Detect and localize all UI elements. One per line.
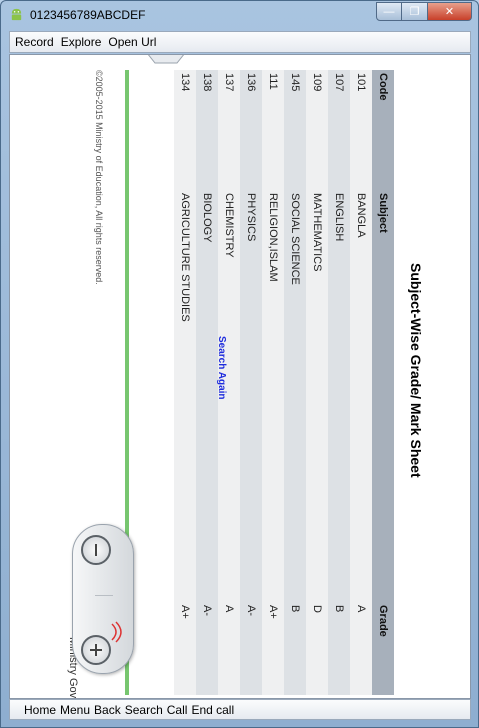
window-title: 0123456789ABCDEF [30, 8, 146, 22]
cell-code: 138 [196, 70, 218, 190]
cell-subject: RELIGION,ISLAM [262, 190, 284, 602]
signal-waves-icon [111, 621, 122, 643]
zoom-in-icon [90, 644, 102, 656]
menu-record[interactable]: Record [15, 35, 54, 49]
window-controls: — ❐ ✕ [376, 2, 472, 21]
cell-subject: BANGLA [350, 190, 372, 602]
cell-code: 136 [240, 70, 262, 190]
table-header-row: Code Subject Grade [372, 70, 394, 695]
table-row: 138 BIOLOGY A- [196, 70, 218, 695]
cell-grade: A- [240, 602, 262, 695]
call-button[interactable]: Call [167, 703, 188, 717]
close-button[interactable]: ✕ [428, 2, 472, 21]
cell-code: 109 [306, 70, 328, 190]
maximize-button[interactable]: ❐ [402, 2, 428, 21]
cell-code: 107 [328, 70, 350, 190]
cell-subject: MATHEMATICS [306, 190, 328, 602]
search-again-link[interactable]: Search Again [216, 336, 227, 400]
page-title: Subject-Wise Grade/ Mark Sheet [408, 263, 424, 478]
bottom-bar: Home Menu Back Search Call End call [9, 699, 471, 720]
zoom-in-button[interactable] [81, 635, 111, 665]
cell-code: 137 [218, 70, 240, 190]
cell-grade: A [218, 602, 240, 695]
cell-grade: A- [196, 602, 218, 695]
cell-subject: ENGLISH [328, 190, 350, 602]
cell-subject: PHYSICS [240, 190, 262, 602]
zoom-out-button[interactable] [81, 535, 111, 565]
cell-subject: BIOLOGY [196, 190, 218, 602]
cell-subject: AGRICULTURE STUDIES [174, 190, 196, 602]
menu-bar: Record Explore Open Url [9, 31, 471, 53]
zoom-separator [95, 595, 113, 596]
header-grade: Grade [372, 602, 394, 695]
table-row: 145 SOCIAL SCIENCE B [284, 70, 306, 695]
device-screen[interactable]: Subject-Wise Grade/ Mark Sheet Code Subj… [9, 54, 471, 699]
cell-grade: A+ [262, 602, 284, 695]
cell-code: 145 [284, 70, 306, 190]
search-button[interactable]: Search [125, 703, 163, 717]
back-button[interactable]: Back [94, 703, 121, 717]
zoom-control [72, 524, 134, 674]
table-row: 136 PHYSICS A- [240, 70, 262, 695]
copyright-text: ©2005-2015 Ministry of Education, All ri… [94, 70, 104, 285]
title-bar[interactable]: 0123456789ABCDEF — ❐ ✕ [1, 1, 478, 29]
cell-grade: B [328, 602, 350, 695]
cell-grade: A+ [174, 602, 196, 695]
cell-grade: D [306, 602, 328, 695]
app-window: 0123456789ABCDEF — ❐ ✕ Record Explore Op… [0, 0, 479, 728]
table-row: 111 RELIGION,ISLAM A+ [262, 70, 284, 695]
cell-code: 101 [350, 70, 372, 190]
android-icon [11, 8, 22, 21]
minimize-icon: — [383, 5, 395, 18]
cell-grade: B [284, 602, 306, 695]
menu-button[interactable]: Menu [60, 703, 90, 717]
maximize-icon: ❐ [409, 6, 420, 18]
close-icon: ✕ [444, 6, 455, 18]
zoom-out-icon [95, 544, 97, 556]
minimize-button[interactable]: — [376, 2, 402, 21]
grade-table: Code Subject Grade 101 BANGLA A 107 ENGLISH… [174, 70, 394, 695]
menu-explore[interactable]: Explore [61, 35, 102, 49]
end-call-button[interactable]: End call [191, 703, 234, 717]
cell-grade: A [350, 602, 372, 695]
table-row: 107 ENGLISH B [328, 70, 350, 695]
table-row: 101 BANGLA A [350, 70, 372, 695]
table-row: 134 AGRICULTURE STUDIES A+ [174, 70, 196, 695]
home-button[interactable]: Home [24, 703, 56, 717]
header-subject: Subject [372, 190, 394, 602]
cell-code: 111 [262, 70, 284, 190]
header-code: Code [372, 70, 394, 190]
table-row: 109 MATHEMATICS D [306, 70, 328, 695]
menu-open-url[interactable]: Open Url [108, 35, 156, 49]
cell-code: 134 [174, 70, 196, 190]
cell-subject: SOCIAL SCIENCE [284, 190, 306, 602]
